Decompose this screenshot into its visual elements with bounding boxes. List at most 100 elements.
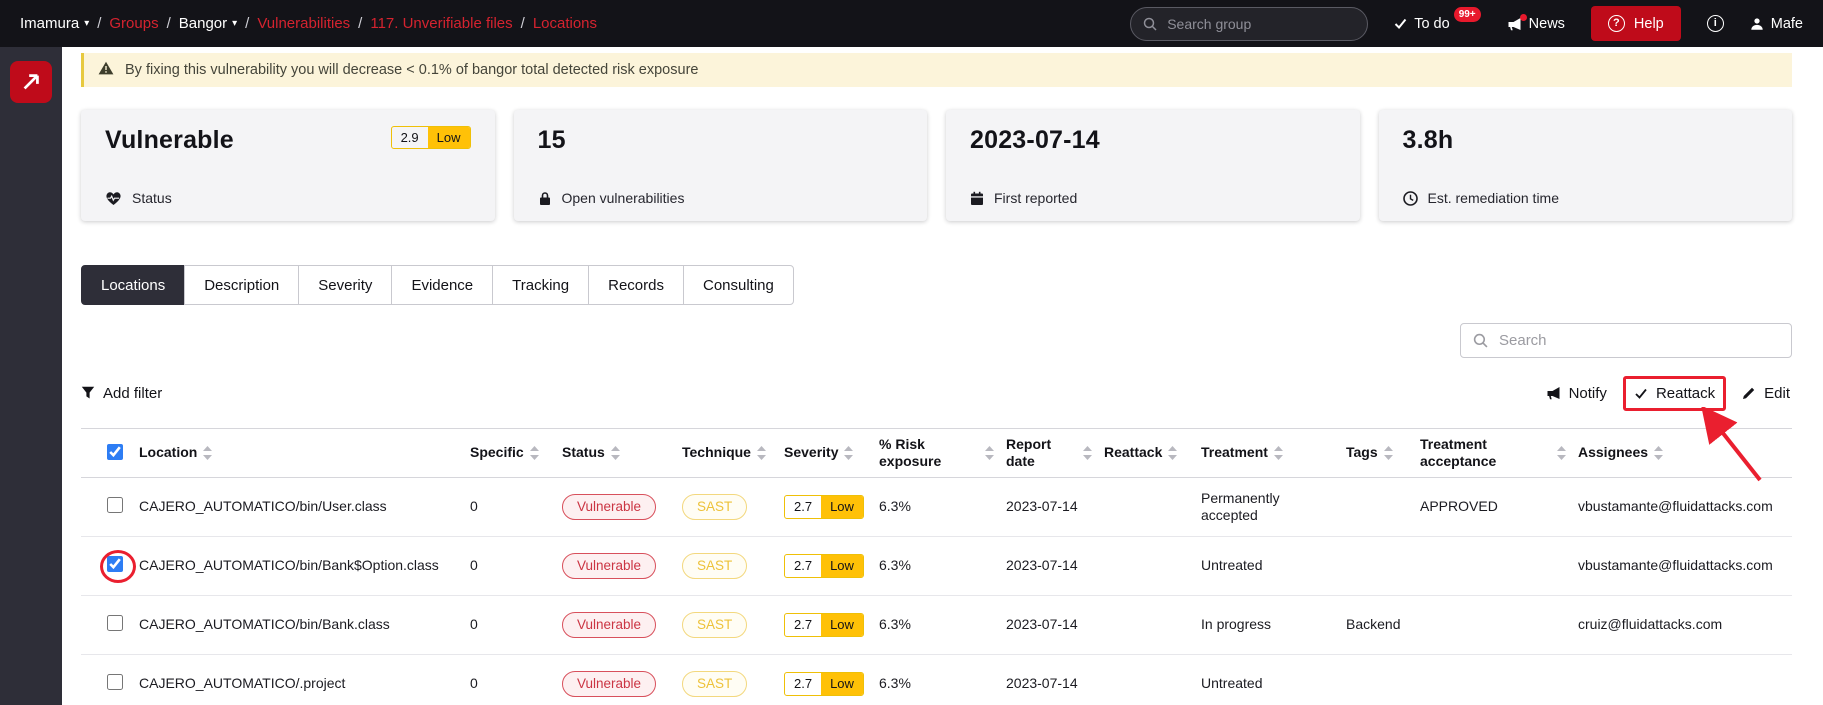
location-cell: CAJERO_AUTOMATICO/bin/Bank$Option.class <box>139 557 439 574</box>
status-card: Vulnerable 2.9 Low Status <box>81 110 495 221</box>
column-header[interactable]: Severity <box>778 429 873 478</box>
assignees-cell <box>1572 655 1792 705</box>
megaphone-icon <box>1546 386 1561 400</box>
remediation-time-card: 3.8h Est. remediation time <box>1378 110 1792 221</box>
notify-label: Notify <box>1568 384 1607 402</box>
risk-exposure-cell: 6.3% <box>879 675 911 692</box>
column-header[interactable]: Specific <box>464 429 556 478</box>
breadcrumb-item[interactable]: Groups <box>109 15 158 32</box>
technique-badge: SAST <box>682 612 748 638</box>
assignees-cell: cruiz@fluidattacks.com <box>1578 616 1723 633</box>
table-row[interactable]: CAJERO_AUTOMATICO/.project 0 Vulnerable SAS… <box>81 655 1792 705</box>
breadcrumb: Imamura ▾ / Groups / Bangor ▾ / Vulnerabilities /… <box>20 15 597 32</box>
filter-funnel-icon <box>81 386 95 400</box>
tab-tracking[interactable]: Tracking <box>492 265 590 305</box>
risk-exposure-cell: 6.3% <box>879 557 911 574</box>
group-search-input[interactable] <box>1130 6 1369 41</box>
news-button[interactable]: News <box>1507 13 1565 32</box>
lock-icon <box>538 191 552 206</box>
sort-icon <box>756 446 766 460</box>
breadcrumb-separator: / <box>520 15 525 32</box>
reattack-cell <box>1098 655 1195 705</box>
reattack-cell <box>1098 537 1195 596</box>
breadcrumb-item[interactable]: Locations <box>533 15 597 32</box>
reattack-button[interactable]: Reattack <box>1634 385 1715 402</box>
row-checkbox[interactable] <box>107 614 123 631</box>
summary-cards: Vulnerable 2.9 Low Status 15 Open vulner… <box>81 110 1792 221</box>
severity-badge: 2.9 Low <box>390 126 471 149</box>
megaphone-icon <box>1507 13 1527 31</box>
breadcrumb-separator: / <box>245 15 250 32</box>
tab-locations[interactable]: Locations <box>81 265 186 305</box>
sort-icon <box>1383 446 1393 460</box>
breadcrumb-separator: / <box>166 15 171 32</box>
fluid-logo[interactable] <box>10 61 52 103</box>
main-content: By fixing this vulnerability you will de… <box>62 47 1823 705</box>
row-checkbox[interactable] <box>107 673 123 690</box>
column-header[interactable]: Assignees <box>1572 429 1792 478</box>
risk-alert-banner: By fixing this vulnerability you will de… <box>81 53 1792 87</box>
report-date-cell: 2023-07-14 <box>1006 557 1078 574</box>
help-button[interactable]: ? Help <box>1590 6 1681 41</box>
breadcrumb-item[interactable]: 117. Unverifiable files <box>370 15 512 32</box>
sort-icon <box>203 446 213 460</box>
status-value: Vulnerable <box>105 126 234 154</box>
technique-badge: SAST <box>682 494 748 520</box>
treatment-acceptance-cell <box>1414 655 1572 705</box>
search-row <box>81 323 1792 358</box>
column-header[interactable]: % Risk exposure <box>873 429 1000 478</box>
breadcrumb-separator: / <box>97 15 102 32</box>
breadcrumb-item[interactable]: Imamura ▾ <box>20 15 89 32</box>
breadcrumb-separator: / <box>358 15 363 32</box>
tab-severity[interactable]: Severity <box>298 265 393 305</box>
column-header[interactable]: Tags <box>1340 429 1414 478</box>
tab-evidence[interactable]: Evidence <box>391 265 494 305</box>
reattack-cell <box>1098 478 1195 537</box>
table-row[interactable]: CAJERO_AUTOMATICO/bin/Bank.class 0 Vulnera… <box>81 596 1792 655</box>
table-search-input[interactable] <box>1460 323 1792 358</box>
breadcrumb-item[interactable]: Vulnerabilities <box>257 15 350 32</box>
sidebar <box>0 47 62 705</box>
todo-button[interactable]: To do 99+ <box>1394 7 1481 32</box>
card-subtitle: First reported <box>994 190 1078 206</box>
filter-actions-row: Add filter Notify Reattack Edit <box>81 375 1792 481</box>
tab-consulting[interactable]: Consulting <box>682 265 794 305</box>
notify-button[interactable]: Notify <box>1546 385 1607 402</box>
tab-bar: Locations Description Severity Evidence Trac… <box>81 265 1792 305</box>
sort-icon <box>1654 446 1664 460</box>
tab-records[interactable]: Records <box>588 265 684 305</box>
column-header[interactable]: Location <box>133 429 464 478</box>
risk-exposure-cell: 6.3% <box>879 616 911 633</box>
treatment-cell: In progress <box>1201 616 1272 633</box>
row-checkbox[interactable] <box>107 496 123 513</box>
assignees-cell: vbustamante@fluidattacks.com <box>1578 498 1773 515</box>
user-button[interactable]: Mafe <box>1750 16 1803 32</box>
add-filter-button[interactable]: Add filter <box>81 385 162 402</box>
status-badge: Vulnerable <box>562 612 657 638</box>
column-header[interactable]: Treatment acceptance <box>1414 429 1572 478</box>
todo-count-badge: 99+ <box>1453 7 1481 22</box>
column-header[interactable]: Treatment <box>1195 429 1340 478</box>
column-header[interactable]: Status <box>556 429 676 478</box>
column-header[interactable]: Technique <box>676 429 778 478</box>
edit-button[interactable]: Edit <box>1742 385 1790 402</box>
tab-description[interactable]: Description <box>184 265 300 305</box>
reattack-label: Reattack <box>1655 384 1716 402</box>
row-checkbox[interactable] <box>100 549 136 583</box>
table-row[interactable]: CAJERO_AUTOMATICO/bin/Bank$Option.class 0… <box>81 537 1792 596</box>
group-search <box>1130 6 1369 41</box>
help-label: Help <box>1633 15 1664 32</box>
breadcrumb-item[interactable]: Bangor ▾ <box>179 15 237 32</box>
report-date-cell: 2023-07-14 <box>1006 616 1078 633</box>
column-header[interactable]: Report date <box>1000 429 1098 478</box>
table-row[interactable]: CAJERO_AUTOMATICO/bin/User.class 0 Vulnera… <box>81 478 1792 537</box>
info-button[interactable]: i <box>1706 15 1724 32</box>
sort-icon <box>1273 446 1283 460</box>
search-icon <box>1473 333 1488 348</box>
select-all-checkbox[interactable] <box>107 443 123 460</box>
column-header[interactable]: Reattack <box>1098 429 1195 478</box>
report-date-cell: 2023-07-14 <box>1006 675 1078 692</box>
tags-cell <box>1340 537 1414 596</box>
check-icon <box>1634 387 1648 400</box>
location-cell: CAJERO_AUTOMATICO/.project <box>139 675 346 692</box>
